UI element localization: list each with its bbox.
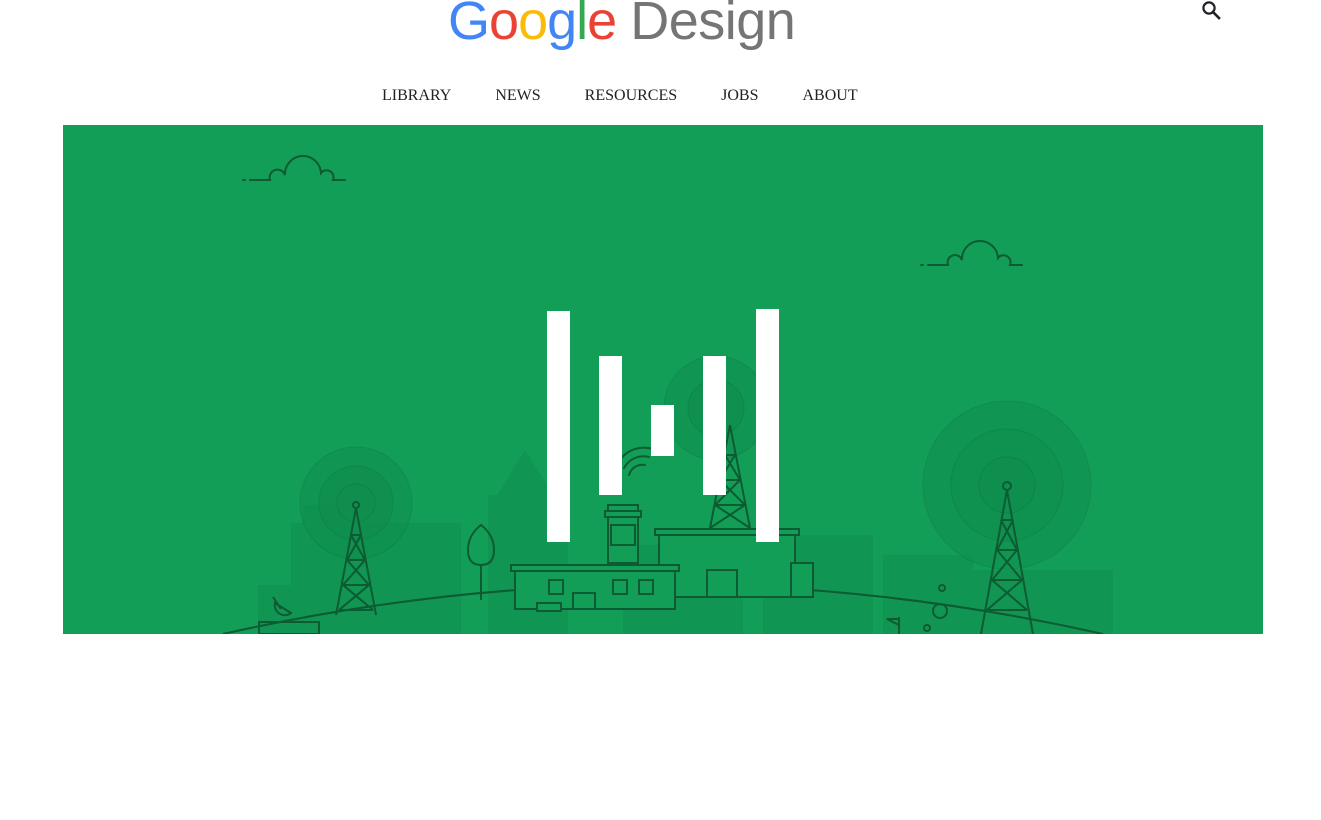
- search-button[interactable]: [1200, 0, 1224, 22]
- logo-letter: l: [576, 0, 588, 51]
- design-wordmark: Design: [630, 0, 796, 51]
- logo-mark-bar: [703, 356, 726, 495]
- logo-mark-bar: [651, 405, 674, 456]
- nav-item-library[interactable]: LIBRARY: [382, 86, 451, 106]
- main-nav: LIBRARY NEWS RESOURCES JOBS ABOUT: [382, 86, 858, 106]
- logo-letter: g: [547, 0, 577, 51]
- city-with-radio-towers-illustration: [63, 125, 1263, 634]
- nav-item-resources[interactable]: RESOURCES: [585, 86, 677, 106]
- nav-item-jobs[interactable]: JOBS: [721, 86, 758, 106]
- logo-letter: e: [587, 0, 617, 51]
- logo-letter: o: [489, 0, 519, 51]
- google-wordmark: Google: [448, 0, 617, 56]
- logo-mark-bar: [756, 309, 779, 542]
- hero-banner[interactable]: [63, 125, 1263, 634]
- logo-letter: o: [518, 0, 548, 51]
- radio-waves-right: [922, 400, 1092, 570]
- google-design-logo[interactable]: Google Design: [448, 0, 796, 56]
- logo-letter: G: [448, 0, 490, 51]
- site-header: Google Design LIBRARY NEWS RESOURCES JOB…: [0, 0, 1321, 125]
- logo-mark-bar: [547, 311, 570, 542]
- logo-mark-bar: [599, 356, 622, 495]
- nav-item-about[interactable]: ABOUT: [803, 86, 858, 106]
- nav-item-news[interactable]: NEWS: [495, 86, 540, 106]
- search-icon: [1202, 1, 1221, 20]
